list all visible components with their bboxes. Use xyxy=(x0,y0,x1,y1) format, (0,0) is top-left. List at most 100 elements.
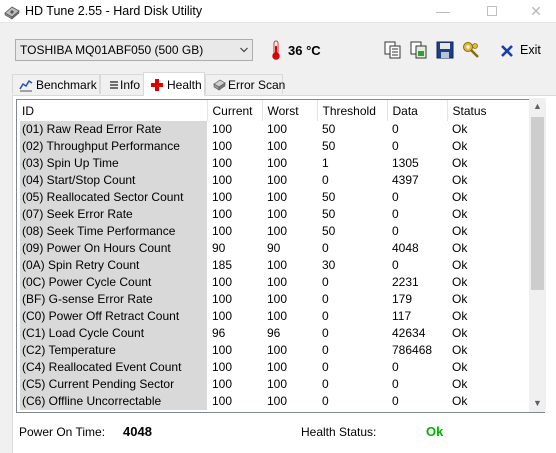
health-panel: ID Current Worst Threshold Data Status (… xyxy=(12,95,556,453)
cell-worst: 100 xyxy=(267,139,288,153)
cell-worst: 100 xyxy=(267,377,288,391)
table-row[interactable]: (05) Reallocated Sector Count 100 100 50 0 Ok xyxy=(17,189,532,206)
table-row[interactable]: (C4) Reallocated Event Count 100 100 0 0 Ok xyxy=(17,359,532,376)
tab-info[interactable]: Info xyxy=(100,74,144,94)
cell-status: Ok xyxy=(452,190,468,204)
cell-current: 100 xyxy=(212,292,233,306)
tab-health[interactable]: Health xyxy=(143,72,205,96)
table-row[interactable]: (0A) Spin Retry Count 185 100 30 0 Ok xyxy=(17,257,532,274)
thermometer-icon xyxy=(272,40,280,60)
tab-info-label: Info xyxy=(120,78,141,92)
table-row[interactable]: (02) Throughput Performance 100 100 50 0 Ok xyxy=(17,138,532,155)
copy-screenshot-icon[interactable] xyxy=(408,39,430,61)
health-cross-icon xyxy=(151,79,163,91)
column-header-threshold[interactable]: Threshold xyxy=(317,100,388,121)
minimize-button[interactable]: — xyxy=(421,0,465,23)
cell-data: 0 xyxy=(392,122,399,136)
table-row[interactable]: (BF) G-sense Error Rate 100 100 0 179 Ok xyxy=(17,291,532,308)
cell-threshold: 50 xyxy=(322,207,336,221)
table-row[interactable]: (C5) Current Pending Sector 100 100 0 0 Ok xyxy=(17,376,532,393)
cell-current: 100 xyxy=(212,394,233,408)
cell-current: 90 xyxy=(212,241,226,255)
close-button[interactable]: ✕ xyxy=(514,0,556,23)
cell-status: Ok xyxy=(452,122,468,136)
cell-worst: 100 xyxy=(267,122,288,136)
cell-worst: 100 xyxy=(267,156,288,170)
table-row[interactable]: (C6) Offline Uncorrectable 100 100 0 0 Ok xyxy=(17,393,532,410)
cell-status: Ok xyxy=(452,309,468,323)
cell-threshold: 50 xyxy=(322,122,336,136)
table-row[interactable]: (07) Seek Error Rate 100 100 50 0 Ok xyxy=(17,206,532,223)
table-row[interactable]: (C1) Load Cycle Count 96 96 0 42634 Ok xyxy=(17,325,532,342)
cell-id: (C5) Current Pending Sector xyxy=(17,376,207,393)
cell-threshold: 0 xyxy=(322,292,329,306)
exit-label: Exit xyxy=(520,43,541,57)
cell-current: 100 xyxy=(212,139,233,153)
column-header-status[interactable]: Status xyxy=(447,100,533,121)
table-row[interactable]: (01) Raw Read Error Rate 100 100 50 0 Ok xyxy=(17,121,532,138)
tab-error-scan-label: Error Scan xyxy=(228,78,286,92)
exit-x-icon xyxy=(501,45,513,57)
cell-worst: 100 xyxy=(267,343,288,357)
cell-id: (04) Start/Stop Count xyxy=(17,172,207,189)
table-row[interactable]: (04) Start/Stop Count 100 100 0 4397 Ok xyxy=(17,172,532,189)
cell-worst: 90 xyxy=(267,241,281,255)
column-header-worst[interactable]: Worst xyxy=(262,100,318,121)
column-header-id[interactable]: ID xyxy=(17,100,208,121)
table-row[interactable]: (03) Spin Up Time 100 100 1 1305 Ok xyxy=(17,155,532,172)
cell-status: Ok xyxy=(452,156,468,170)
cell-data: 0 xyxy=(392,190,399,204)
cell-status: Ok xyxy=(452,207,468,221)
cell-id: (C1) Load Cycle Count xyxy=(17,325,207,342)
tab-error-scan[interactable]: Error Scan xyxy=(205,74,286,94)
table-row[interactable]: (C0) Power Off Retract Count 100 100 0 117 Ok xyxy=(17,308,532,325)
cell-worst: 100 xyxy=(267,224,288,238)
temperature-value: 36 °C xyxy=(288,43,321,58)
cell-threshold: 1 xyxy=(322,156,329,170)
cell-id: (09) Power On Hours Count xyxy=(17,240,207,257)
cell-data: 0 xyxy=(392,224,399,238)
column-header-current[interactable]: Current xyxy=(207,100,263,121)
drive-select-value: TOSHIBA MQ01ABF050 (500 GB) xyxy=(20,43,204,57)
cell-current: 100 xyxy=(212,275,233,289)
cell-worst: 100 xyxy=(267,275,288,289)
cell-current: 100 xyxy=(212,156,233,170)
cell-current: 185 xyxy=(212,258,233,272)
maximize-button[interactable] xyxy=(470,0,514,23)
save-icon[interactable] xyxy=(434,39,456,61)
cell-status: Ok xyxy=(452,292,468,306)
cell-worst: 100 xyxy=(267,207,288,221)
title-bar: HD Tune 2.55 - Hard Disk Utility — ✕ xyxy=(0,0,556,23)
cell-id: (02) Throughput Performance xyxy=(17,138,207,155)
table-row[interactable]: (C2) Temperature 100 100 0 786468 Ok xyxy=(17,342,532,359)
column-header-data[interactable]: Data xyxy=(387,100,448,121)
cell-status: Ok xyxy=(452,139,468,153)
cell-current: 100 xyxy=(212,360,233,374)
cell-id: (05) Reallocated Sector Count xyxy=(17,189,207,206)
copy-text-icon[interactable] xyxy=(382,39,404,61)
options-tools-icon[interactable] xyxy=(460,39,482,61)
cell-current: 100 xyxy=(212,190,233,204)
cell-threshold: 0 xyxy=(322,343,329,357)
cell-data: 786468 xyxy=(392,343,433,357)
cell-id: (C6) Offline Uncorrectable xyxy=(17,393,207,410)
error-scan-icon xyxy=(213,79,226,91)
table-row[interactable]: (0C) Power Cycle Count 100 100 0 2231 Ok xyxy=(17,274,532,291)
vertical-scrollbar[interactable]: ▲ ▼ xyxy=(529,98,546,412)
cell-status: Ok xyxy=(452,360,468,374)
scroll-down-icon[interactable]: ▼ xyxy=(529,395,546,412)
drive-select[interactable]: TOSHIBA MQ01ABF050 (500 GB) xyxy=(15,39,253,61)
cell-current: 100 xyxy=(212,173,233,187)
tab-benchmark-label: Benchmark xyxy=(36,78,97,92)
cell-threshold: 0 xyxy=(322,275,329,289)
scrollbar-thumb[interactable] xyxy=(531,117,544,290)
scroll-up-icon[interactable]: ▲ xyxy=(529,98,546,115)
tab-benchmark[interactable]: Benchmark xyxy=(12,74,100,94)
cell-current: 100 xyxy=(212,224,233,238)
cell-current: 100 xyxy=(212,309,233,323)
table-row[interactable]: (08) Seek Time Performance 100 100 50 0 Ok xyxy=(17,223,532,240)
table-row[interactable]: (09) Power On Hours Count 90 90 0 4048 Ok xyxy=(17,240,532,257)
smart-attributes-table[interactable]: ID Current Worst Threshold Data Status (… xyxy=(16,99,545,413)
cell-current: 100 xyxy=(212,122,233,136)
cell-status: Ok xyxy=(452,343,468,357)
